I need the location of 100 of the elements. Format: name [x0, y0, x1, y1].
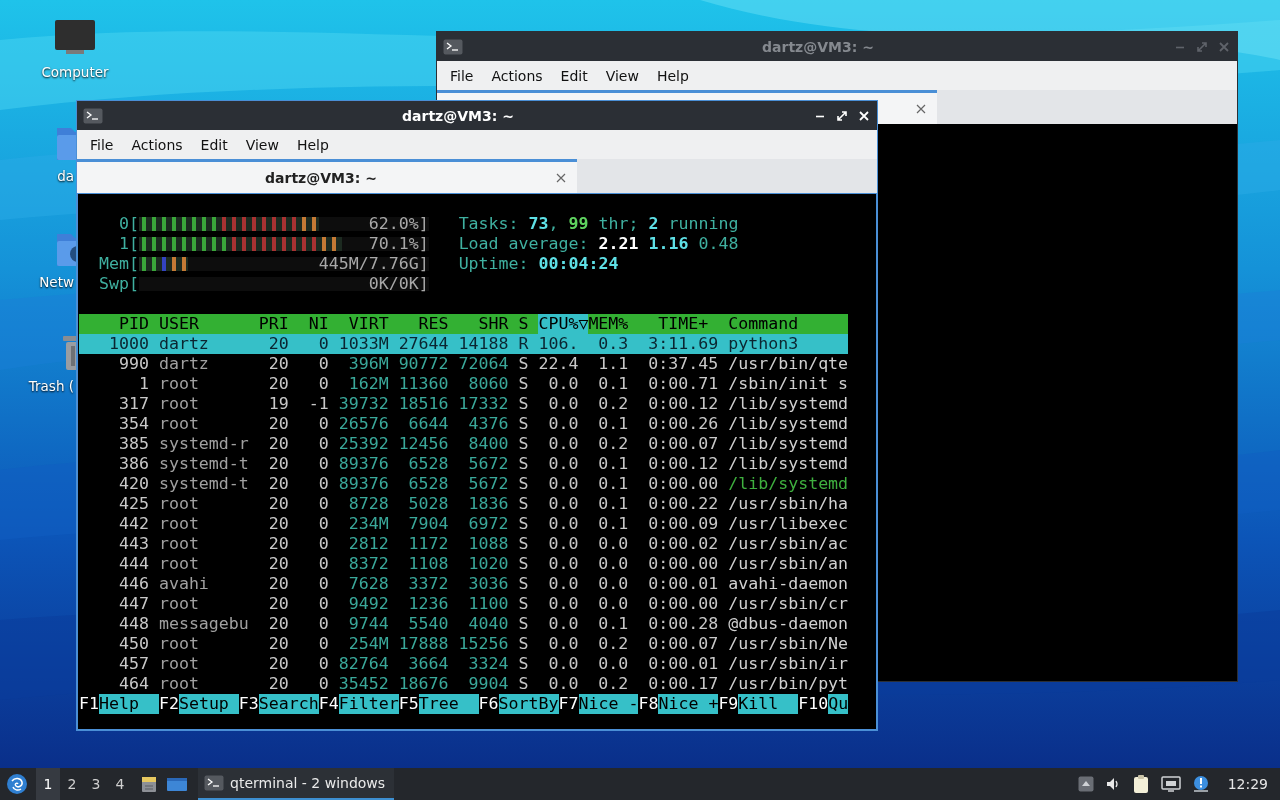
process-cell-text: 0 — [317, 594, 329, 614]
app-menu-icon[interactable] — [6, 773, 28, 795]
function-key: F2 — [158, 694, 179, 714]
process-cell-text: 0:00.09 — [647, 514, 719, 534]
clipboard-icon[interactable] — [1131, 774, 1150, 794]
process-cell-text: 254M — [347, 634, 389, 654]
clock[interactable]: 12:29 — [1227, 776, 1268, 792]
process-cell-text: 6528 — [407, 474, 449, 494]
function-button[interactable]: Nice - — [578, 694, 639, 714]
menu-item[interactable]: Edit — [191, 136, 237, 153]
menu-item[interactable]: View — [236, 136, 288, 153]
column-header[interactable]: NI — [298, 314, 329, 334]
process-cell-text: 446 — [117, 574, 149, 594]
workspace-button[interactable]: 4 — [108, 768, 132, 800]
column-header[interactable]: RES — [398, 314, 449, 334]
process-cell-text: 0 — [317, 674, 329, 694]
function-button[interactable]: Help — [99, 694, 159, 714]
process-cell-text: 0:00.01 — [647, 574, 719, 594]
workspace-button[interactable]: 2 — [60, 768, 84, 800]
process-cell: S — [518, 354, 529, 374]
process-cell-text: 1 — [137, 374, 149, 394]
volume-icon[interactable] — [1104, 776, 1121, 792]
process-cell-text: 3:11.69 — [647, 334, 719, 354]
process-cell-text: 0 — [317, 514, 329, 534]
process-cell-text: 990 — [117, 354, 149, 374]
process-cell-text: root — [158, 674, 200, 694]
column-header[interactable]: PRI — [258, 314, 289, 334]
column-header[interactable]: PID — [79, 314, 149, 334]
function-button[interactable]: Setup — [178, 694, 239, 714]
function-key: F6 — [478, 694, 499, 714]
column-header[interactable]: Command — [728, 314, 799, 334]
summary-label: 0.48 — [697, 234, 739, 254]
process-cell-text: 7628 — [347, 574, 389, 594]
terminal[interactable] — [77, 193, 877, 730]
process-cell: 35452 — [338, 674, 389, 694]
function-button[interactable]: Filter — [338, 694, 399, 714]
close-icon[interactable] — [857, 108, 871, 123]
window-title: dartz@VM3: ~ — [761, 38, 875, 55]
process-cell-text: 396M — [347, 354, 389, 374]
file-manager-icon[interactable] — [140, 775, 158, 793]
process-cell: 72064 — [458, 354, 509, 374]
function-button[interactable]: Tree — [418, 694, 479, 714]
function-button[interactable]: Nice + — [658, 694, 719, 714]
process-cell: S — [518, 474, 529, 494]
menu-item[interactable]: Actions — [122, 136, 192, 153]
process-cell-text: root — [158, 554, 200, 574]
process-cell-text: root — [158, 594, 200, 614]
process-cell-text: root — [158, 514, 200, 534]
menu-item[interactable]: Help — [287, 136, 338, 153]
process-cell-text: 447 — [117, 594, 149, 614]
process-cell-text: 0.0 — [547, 534, 579, 554]
process-row[interactable]: 1000 dartz 20 0 1033M 27644 14188 R 106. 0.3 3:11.69 python3 — [79, 334, 849, 354]
process-cell-text: 0:00.12 — [647, 394, 719, 414]
process-cell-text: 20 — [267, 474, 289, 494]
process-cell-text: 8372 — [347, 554, 389, 574]
process-cell-text: 0.0 — [547, 674, 579, 694]
process-cell-text: 5672 — [467, 454, 509, 474]
workspace-button[interactable]: 1 — [36, 768, 60, 800]
process-cell: S — [518, 414, 529, 434]
process-cell-text: 0 — [317, 454, 329, 474]
function-button[interactable]: SortBy — [498, 694, 559, 714]
icon-label[interactable]: Netw — [20, 274, 74, 290]
process-cell-text: 1020 — [467, 554, 509, 574]
taskbar-button[interactable]: qterminal - 2 windows — [198, 768, 394, 800]
process-cell: 18676 — [398, 674, 449, 694]
meter-reading: 62.0%] — [368, 214, 429, 234]
column-header[interactable]: S — [518, 314, 529, 334]
process-cell-text: 4376 — [467, 414, 509, 434]
process-cell-text: 20 — [267, 354, 289, 374]
process-cell-text: 20 — [267, 514, 289, 534]
column-header[interactable]: VIRT — [338, 314, 389, 334]
process-cell-text: 1836 — [467, 494, 509, 514]
process-cell-text: 0 — [317, 474, 329, 494]
process-command: /lib/systemd — [728, 474, 849, 494]
menu-item[interactable]: File — [81, 136, 123, 153]
notification-icon[interactable] — [1191, 775, 1210, 793]
process-cell: 27644 — [398, 334, 449, 354]
function-button[interactable]: Search — [258, 694, 319, 714]
column-header[interactable]: MEM% — [588, 314, 629, 334]
process-cell: S — [518, 574, 529, 594]
tab[interactable]: dartz@VM3: ~ — [77, 159, 577, 193]
maximize-icon[interactable] — [835, 108, 849, 123]
window-icon[interactable] — [166, 775, 188, 793]
process-cell-text: 0.1 — [597, 414, 629, 434]
network-icon[interactable] — [1160, 776, 1181, 792]
column-header[interactable]: USER — [158, 314, 249, 334]
arrow-up-icon[interactable] — [1077, 776, 1094, 792]
column-header[interactable]: TIME+ — [638, 314, 709, 334]
process-command: /usr/bin/qte — [728, 354, 849, 374]
function-button[interactable]: Kill — [738, 694, 799, 714]
process-cell-text: 2812 — [347, 534, 389, 554]
process-cell: 89376 — [338, 454, 389, 474]
summary-label: , — [548, 214, 560, 234]
function-button[interactable]: Qu — [828, 694, 849, 714]
process-cell-text: 0 — [317, 494, 329, 514]
process-cell-text: 354 — [117, 414, 149, 434]
column-header[interactable]: SHR — [458, 314, 509, 334]
icon-label[interactable]: Trash ( — [20, 378, 74, 394]
workspace-button[interactable]: 3 — [84, 768, 108, 800]
process-cell-text: 19 — [267, 394, 289, 414]
